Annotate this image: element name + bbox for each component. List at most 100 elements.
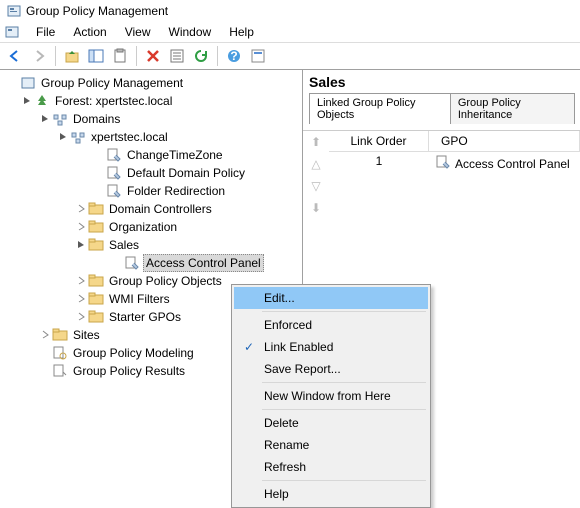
move-bottom-button[interactable]: ⬇ xyxy=(307,201,325,215)
tree-accesscontrolpanel[interactable]: Access Control Panel xyxy=(2,254,300,272)
cm-savereport[interactable]: Save Report... xyxy=(234,358,428,380)
tree-organization[interactable]: Organization xyxy=(2,218,300,236)
cm-label: Edit... xyxy=(264,291,295,305)
app-icon xyxy=(6,3,22,19)
tree-item-label: Sales xyxy=(107,237,141,253)
folder-icon xyxy=(88,309,104,325)
cm-refresh[interactable]: Refresh xyxy=(234,456,428,478)
expander-icon[interactable] xyxy=(56,131,70,143)
move-up-button[interactable]: △ xyxy=(307,157,325,171)
window-title: Group Policy Management xyxy=(26,4,168,18)
expander-icon[interactable] xyxy=(74,293,88,305)
sites-icon xyxy=(52,327,68,343)
check-icon: ✓ xyxy=(240,340,258,354)
tree-item-label: Access Control Panel xyxy=(143,254,264,272)
forward-button[interactable] xyxy=(28,45,50,67)
context-menu: Edit... Enforced ✓ Link Enabled Save Repo… xyxy=(231,284,431,508)
menu-view[interactable]: View xyxy=(117,23,159,41)
cm-label: Help xyxy=(264,487,289,501)
move-down-button[interactable]: ▽ xyxy=(307,179,325,193)
help-button[interactable]: ? xyxy=(223,45,245,67)
cm-help[interactable]: Help xyxy=(234,483,428,505)
tree-item-label: Sites xyxy=(71,327,102,343)
gpo-link-icon xyxy=(106,183,122,199)
expander-icon[interactable] xyxy=(74,311,88,323)
menu-file[interactable]: File xyxy=(28,23,63,41)
move-top-button[interactable]: ⬆ xyxy=(307,135,325,149)
show-hide-button[interactable] xyxy=(85,45,107,67)
back-button[interactable] xyxy=(4,45,26,67)
folder-icon xyxy=(88,273,104,289)
tree-item-label: Group Policy Modeling xyxy=(71,345,196,361)
cm-label: Link Enabled xyxy=(264,340,333,354)
tree-forest[interactable]: Forest: xpertstec.local xyxy=(2,92,300,110)
cm-label: New Window from Here xyxy=(264,389,391,403)
gpo-link-icon xyxy=(435,154,451,173)
cm-enforced[interactable]: Enforced xyxy=(234,314,428,336)
tree-item-label: Default Domain Policy xyxy=(125,165,247,181)
gpo-link-icon xyxy=(106,147,122,163)
expander-icon[interactable] xyxy=(74,275,88,287)
tree-domain[interactable]: xpertstec.local xyxy=(2,128,300,146)
menu-window[interactable]: Window xyxy=(161,23,220,41)
cm-linkenabled[interactable]: ✓ Link Enabled xyxy=(234,336,428,358)
cm-label: Delete xyxy=(264,416,299,430)
detail-heading: Sales xyxy=(309,74,574,90)
menu-help[interactable]: Help xyxy=(221,23,262,41)
cm-rename[interactable]: Rename xyxy=(234,434,428,456)
properties-button[interactable] xyxy=(166,45,188,67)
cell-order: 1 xyxy=(329,152,429,175)
tab-linked-gpos[interactable]: Linked Group Policy Objects xyxy=(309,93,451,124)
cm-label: Rename xyxy=(264,438,309,452)
expander-icon[interactable] xyxy=(20,95,34,107)
expander-icon[interactable] xyxy=(74,203,88,215)
menu-bar: File Action View Window Help xyxy=(0,22,580,42)
expander-icon[interactable] xyxy=(38,113,52,125)
tab-inheritance[interactable]: Group Policy Inheritance xyxy=(450,93,575,124)
tree-item-label: Domain Controllers xyxy=(107,201,214,217)
folder-icon xyxy=(88,291,104,307)
cell-gpo-label: Access Control Panel xyxy=(455,157,570,171)
cm-delete[interactable]: Delete xyxy=(234,412,428,434)
tree-forest-label: Forest: xpertstec.local xyxy=(53,93,174,109)
cm-edit[interactable]: Edit... xyxy=(234,287,428,309)
tree-defaultdomainpolicy[interactable]: Default Domain Policy xyxy=(2,164,300,182)
tree-root[interactable]: Group Policy Management xyxy=(2,74,300,92)
gpm-icon xyxy=(20,75,36,91)
modeling-icon xyxy=(52,345,68,361)
expander-icon[interactable] xyxy=(74,239,88,251)
forest-icon xyxy=(34,93,50,109)
results-icon xyxy=(52,363,68,379)
order-arrows: ⬆ △ ▽ ⬇ xyxy=(303,131,329,215)
tree-root-label: Group Policy Management xyxy=(39,75,185,91)
tree-item-label: Organization xyxy=(107,219,179,235)
cm-newwindow[interactable]: New Window from Here xyxy=(234,385,428,407)
tree-domaincontrollers[interactable]: Domain Controllers xyxy=(2,200,300,218)
gpo-link-icon xyxy=(106,165,122,181)
expander-icon[interactable] xyxy=(38,329,52,341)
options-button[interactable] xyxy=(247,45,269,67)
tree-domains[interactable]: Domains xyxy=(2,110,300,128)
title-bar: Group Policy Management xyxy=(0,0,580,22)
svg-text:?: ? xyxy=(230,49,237,63)
tree-folderredirection[interactable]: Folder Redirection xyxy=(2,182,300,200)
col-linkorder[interactable]: Link Order xyxy=(329,131,429,151)
menu-action[interactable]: Action xyxy=(65,23,114,41)
refresh-button[interactable] xyxy=(190,45,212,67)
cm-label: Save Report... xyxy=(264,362,341,376)
tree-sales[interactable]: Sales xyxy=(2,236,300,254)
cell-gpo: Access Control Panel xyxy=(429,152,580,175)
col-gpo[interactable]: GPO xyxy=(429,131,580,151)
tree-domains-label: Domains xyxy=(71,111,122,127)
table-row[interactable]: 1 Access Control Panel xyxy=(329,152,580,175)
ou-icon xyxy=(88,201,104,217)
tree-item-label: Folder Redirection xyxy=(125,183,227,199)
clipboard-button[interactable] xyxy=(109,45,131,67)
up-button[interactable] xyxy=(61,45,83,67)
expander-icon[interactable] xyxy=(74,221,88,233)
tree-changetimezone[interactable]: ChangeTimeZone xyxy=(2,146,300,164)
delete-button[interactable] xyxy=(142,45,164,67)
table-header: Link Order GPO xyxy=(329,131,580,152)
tree-domain-label: xpertstec.local xyxy=(89,129,170,145)
cm-label: Refresh xyxy=(264,460,306,474)
